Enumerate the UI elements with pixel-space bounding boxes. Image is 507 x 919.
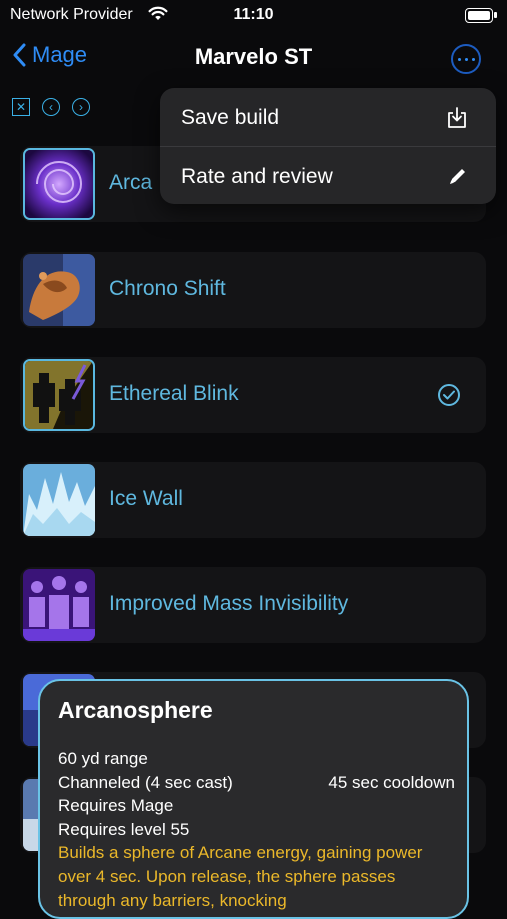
clock: 11:10 (233, 6, 274, 23)
ability-row-ethereal-blink[interactable]: Ethereal Blink (20, 357, 486, 433)
ability-toolbar: ✕ ‹ › (12, 98, 90, 116)
tooltip-range: 60 yd range (58, 749, 148, 768)
arcanosphere-icon (23, 148, 95, 220)
menu-item-label: Save build (181, 106, 280, 129)
ethereal-blink-icon (23, 359, 95, 431)
ability-row-improved-mass-invisibility[interactable]: Improved Mass Invisibility (20, 567, 486, 643)
battery-icon (465, 8, 497, 23)
ability-label: Arca (109, 171, 153, 194)
menu-item-label: Rate and review (181, 165, 333, 188)
ability-tooltip: Arcanosphere 60 yd range Channeled (4 se… (38, 679, 469, 919)
tooltip-title: Arcanosphere (58, 697, 213, 723)
checkmark-circle-icon (438, 384, 460, 406)
ability-row-chrono-shift[interactable]: Chrono Shift (20, 252, 486, 328)
more-options-button[interactable] (451, 44, 481, 74)
close-box-icon: ✕ (15, 100, 27, 114)
tooltip-required-level: Requires level 55 (58, 820, 190, 839)
chevron-right-circle-icon: › (79, 100, 83, 114)
ability-label: Improved Mass Invisibility (109, 592, 349, 615)
ability-label: Ice Wall (109, 487, 183, 510)
menu-item-rate-and-review[interactable]: Rate and review (160, 147, 496, 205)
clear-selection-button[interactable]: ✕ (12, 98, 30, 116)
ellipsis-icon (457, 57, 461, 61)
chrono-shift-icon (23, 254, 95, 326)
menu-item-save-build[interactable]: Save build (160, 88, 496, 146)
ability-row-ice-wall[interactable]: Ice Wall (20, 462, 486, 538)
ice-wall-icon (23, 464, 95, 536)
next-button[interactable]: › (72, 98, 90, 116)
tooltip-cast-time: Channeled (4 sec cast) (58, 773, 233, 792)
ability-label: Ethereal Blink (109, 382, 239, 405)
tooltip-description: Builds a sphere of Arcane energy, gainin… (58, 843, 423, 910)
save-download-icon (446, 107, 468, 134)
pencil-icon (448, 166, 468, 191)
chevron-left-circle-icon: ‹ (49, 100, 53, 114)
tooltip-cooldown: 45 sec cooldown (328, 773, 455, 792)
improved-mass-invisibility-icon (23, 569, 95, 641)
options-menu: Save build Rate and review (160, 88, 496, 204)
status-bar: Network Provider 11:10 (0, 0, 507, 32)
ability-label: Chrono Shift (109, 277, 226, 300)
tooltip-required-class: Requires Mage (58, 796, 174, 815)
previous-button[interactable]: ‹ (42, 98, 60, 116)
navigation-bar: Mage Marvelo ST (0, 36, 507, 80)
page-title: Marvelo ST (194, 44, 313, 69)
